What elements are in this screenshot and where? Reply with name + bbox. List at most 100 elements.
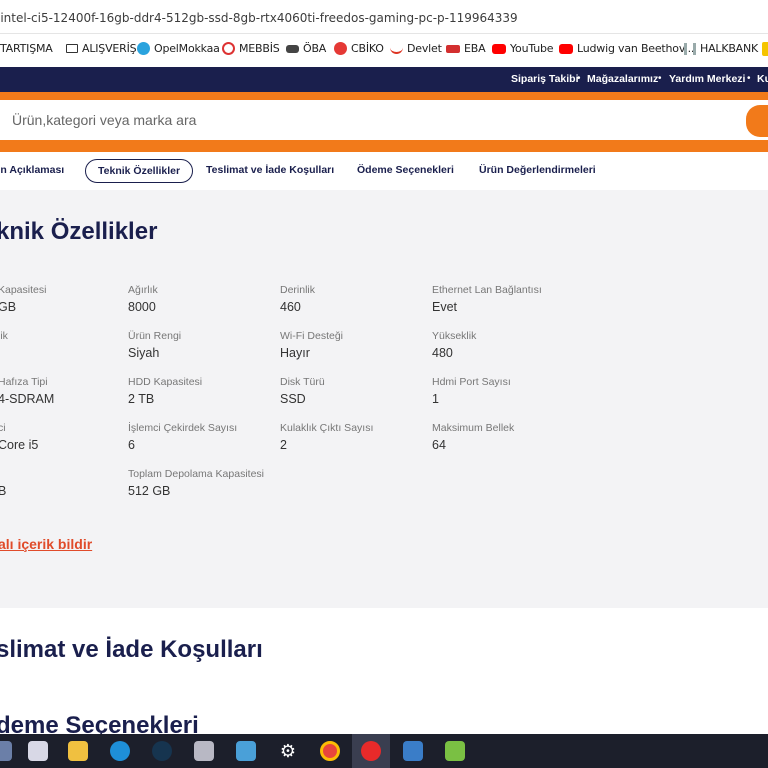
spec-label: Ürün Rengi (128, 330, 182, 342)
nav-separator: • (577, 73, 581, 84)
bookmark-label: TARTIŞMA (0, 42, 53, 55)
bookmark-label: OpelMokkaa (154, 42, 220, 55)
spec-value: 2 TB (128, 392, 155, 406)
nav-separator: • (658, 73, 662, 84)
bookmark-devlet[interactable]: Devlet (390, 42, 442, 55)
bookmark-overflow-icon[interactable] (762, 42, 768, 56)
tab-delivery-returns[interactable]: Teslimat ve İade Koşulları (206, 164, 334, 176)
spec-value: 6 (128, 438, 135, 452)
spec-label: Kulaklık Çıktı Sayısı (280, 422, 374, 434)
telegram-icon (137, 42, 150, 55)
address-bar[interactable]: -intel-ci5-12400f-16gb-ddr4-512gb-ssd-8g… (0, 0, 768, 34)
spec-label: Yükseklik (432, 330, 477, 342)
spec-label: HDD Kapasitesi (128, 376, 203, 388)
explorer-icon[interactable] (68, 741, 88, 761)
spec-label: İşlemci Çekirdek Sayısı (128, 422, 238, 434)
bookmark-oba[interactable]: ÖBA (286, 42, 326, 55)
bookmark-label: Devlet (407, 42, 442, 55)
nav-help-center[interactable]: Yardım Merkezi (669, 73, 745, 85)
spec-value: B (0, 484, 7, 498)
bluestacks-icon[interactable] (445, 741, 465, 761)
settings-icon[interactable]: ⚙ (278, 741, 298, 761)
search-input[interactable]: Ürün,kategori veya marka ara (0, 100, 768, 140)
bookmark-beethoven[interactable]: Ludwig van Beethov... (559, 42, 694, 55)
bookmark-cbiko[interactable]: CBİKO (334, 42, 384, 55)
spec-value: GB (0, 300, 17, 314)
halkbank-icon (684, 42, 696, 55)
spec-value: 460 (280, 300, 301, 314)
computer-icon[interactable] (403, 741, 423, 761)
spec-label: Kapasitesi (0, 284, 47, 296)
chrome-icon[interactable] (320, 741, 340, 761)
paint-icon[interactable] (28, 741, 48, 761)
product-tabs: ün Açıklaması Teknik Özellikler Teslimat… (0, 154, 768, 190)
edevlet-icon (390, 44, 403, 54)
eba-icon (446, 44, 460, 53)
spec-value: 64 (432, 438, 446, 452)
spec-value: 8000 (128, 300, 156, 314)
spec-label: Derinlik (280, 284, 316, 296)
spec-label: Wi-Fi Desteği (280, 330, 344, 342)
bookmark-label: ALIŞVERİŞ (82, 42, 137, 55)
tab-product-description[interactable]: ün Açıklaması (0, 164, 64, 176)
delivery-section-title: slimat ve İade Koşulları (0, 636, 263, 663)
spec-label: lik (0, 330, 8, 342)
spec-value: Core i5 (0, 438, 39, 452)
spec-label: Hdmi Port Sayısı (432, 376, 511, 388)
oba-icon (286, 44, 299, 53)
specs-section: knik Özellikler Kapasitesi GB lik Hafıza… (0, 190, 768, 608)
report-content-link[interactable]: alı içerik bildir (0, 536, 92, 552)
bookmark-label: Ludwig van Beethov... (577, 42, 695, 55)
spec-label: Toplam Depolama Kapasitesi (128, 468, 264, 480)
network-icon[interactable] (194, 741, 214, 761)
bookmark-alisveris[interactable]: ALIŞVERİŞ (66, 42, 137, 55)
mebbis-icon (222, 42, 235, 55)
spec-value: 4-SDRAM (0, 392, 55, 406)
bookmark-tartisma[interactable]: TARTIŞMA (0, 42, 53, 55)
contacts-icon[interactable] (236, 741, 256, 761)
nav-order-tracking[interactable]: Sipariş Takibi (511, 73, 579, 85)
tab-payment-options[interactable]: Ödeme Seçenekleri (357, 164, 454, 176)
lower-sections: slimat ve İade Koşulları deme Seçenekler… (0, 608, 768, 739)
bookmark-label: EBA (464, 42, 486, 55)
bookmark-eba[interactable]: EBA (446, 42, 486, 55)
spec-value: 2 (280, 438, 287, 452)
spec-label: Maksimum Bellek (432, 422, 515, 434)
edge-icon[interactable] (110, 741, 130, 761)
bookmark-label: CBİKO (351, 42, 384, 55)
spec-label: Ağırlık (128, 284, 158, 296)
search-band: Ürün,kategori veya marka ara (0, 92, 768, 152)
cbiko-icon (334, 42, 347, 55)
bookmark-opelmokkaa[interactable]: OpelMokkaa (137, 42, 220, 55)
spec-label: Ethernet Lan Bağlantısı (432, 284, 542, 296)
bookmark-mebbis[interactable]: MEBBİS (222, 42, 280, 55)
tab-reviews[interactable]: Ürün Değerlendirmeleri (479, 164, 596, 176)
opera-icon[interactable] (361, 741, 381, 761)
taskbar: ⚙ (0, 734, 768, 768)
spec-value: 512 GB (128, 484, 171, 498)
spec-value: Siyah (128, 346, 160, 360)
steam-icon[interactable] (152, 741, 172, 761)
spec-value: Evet (432, 300, 458, 314)
url-text[interactable]: -intel-ci5-12400f-16gb-ddr4-512gb-ssd-8g… (0, 11, 518, 25)
specs-title: knik Özellikler (0, 218, 158, 245)
spec-label: ci (0, 422, 6, 434)
youtube-icon (492, 43, 506, 54)
folder-icon (66, 44, 78, 53)
top-nav: Sipariş Takibi • Mağazalarımız • Yardım … (0, 67, 768, 92)
spec-value: 480 (432, 346, 453, 360)
nav-separator: • (747, 73, 751, 84)
spec-value: 1 (432, 392, 439, 406)
youtube-icon (559, 43, 573, 54)
bookmarks-bar: TARTIŞMA ALIŞVERİŞ OpelMokkaa MEBBİS ÖBA… (0, 38, 768, 62)
tab-technical-specs[interactable]: Teknik Özellikler (85, 159, 194, 183)
nav-account[interactable]: Ku (757, 73, 768, 85)
bookmark-label: YouTube (510, 42, 554, 55)
nav-stores[interactable]: Mağazalarımız (587, 73, 658, 85)
search-placeholder: Ürün,kategori veya marka ara (12, 112, 197, 128)
bookmark-label: MEBBİS (239, 42, 280, 55)
bookmark-youtube[interactable]: YouTube (492, 42, 554, 55)
file-icon[interactable] (0, 741, 12, 761)
search-button[interactable] (746, 105, 768, 137)
bookmark-halkbank[interactable]: HALKBANK (684, 42, 758, 55)
